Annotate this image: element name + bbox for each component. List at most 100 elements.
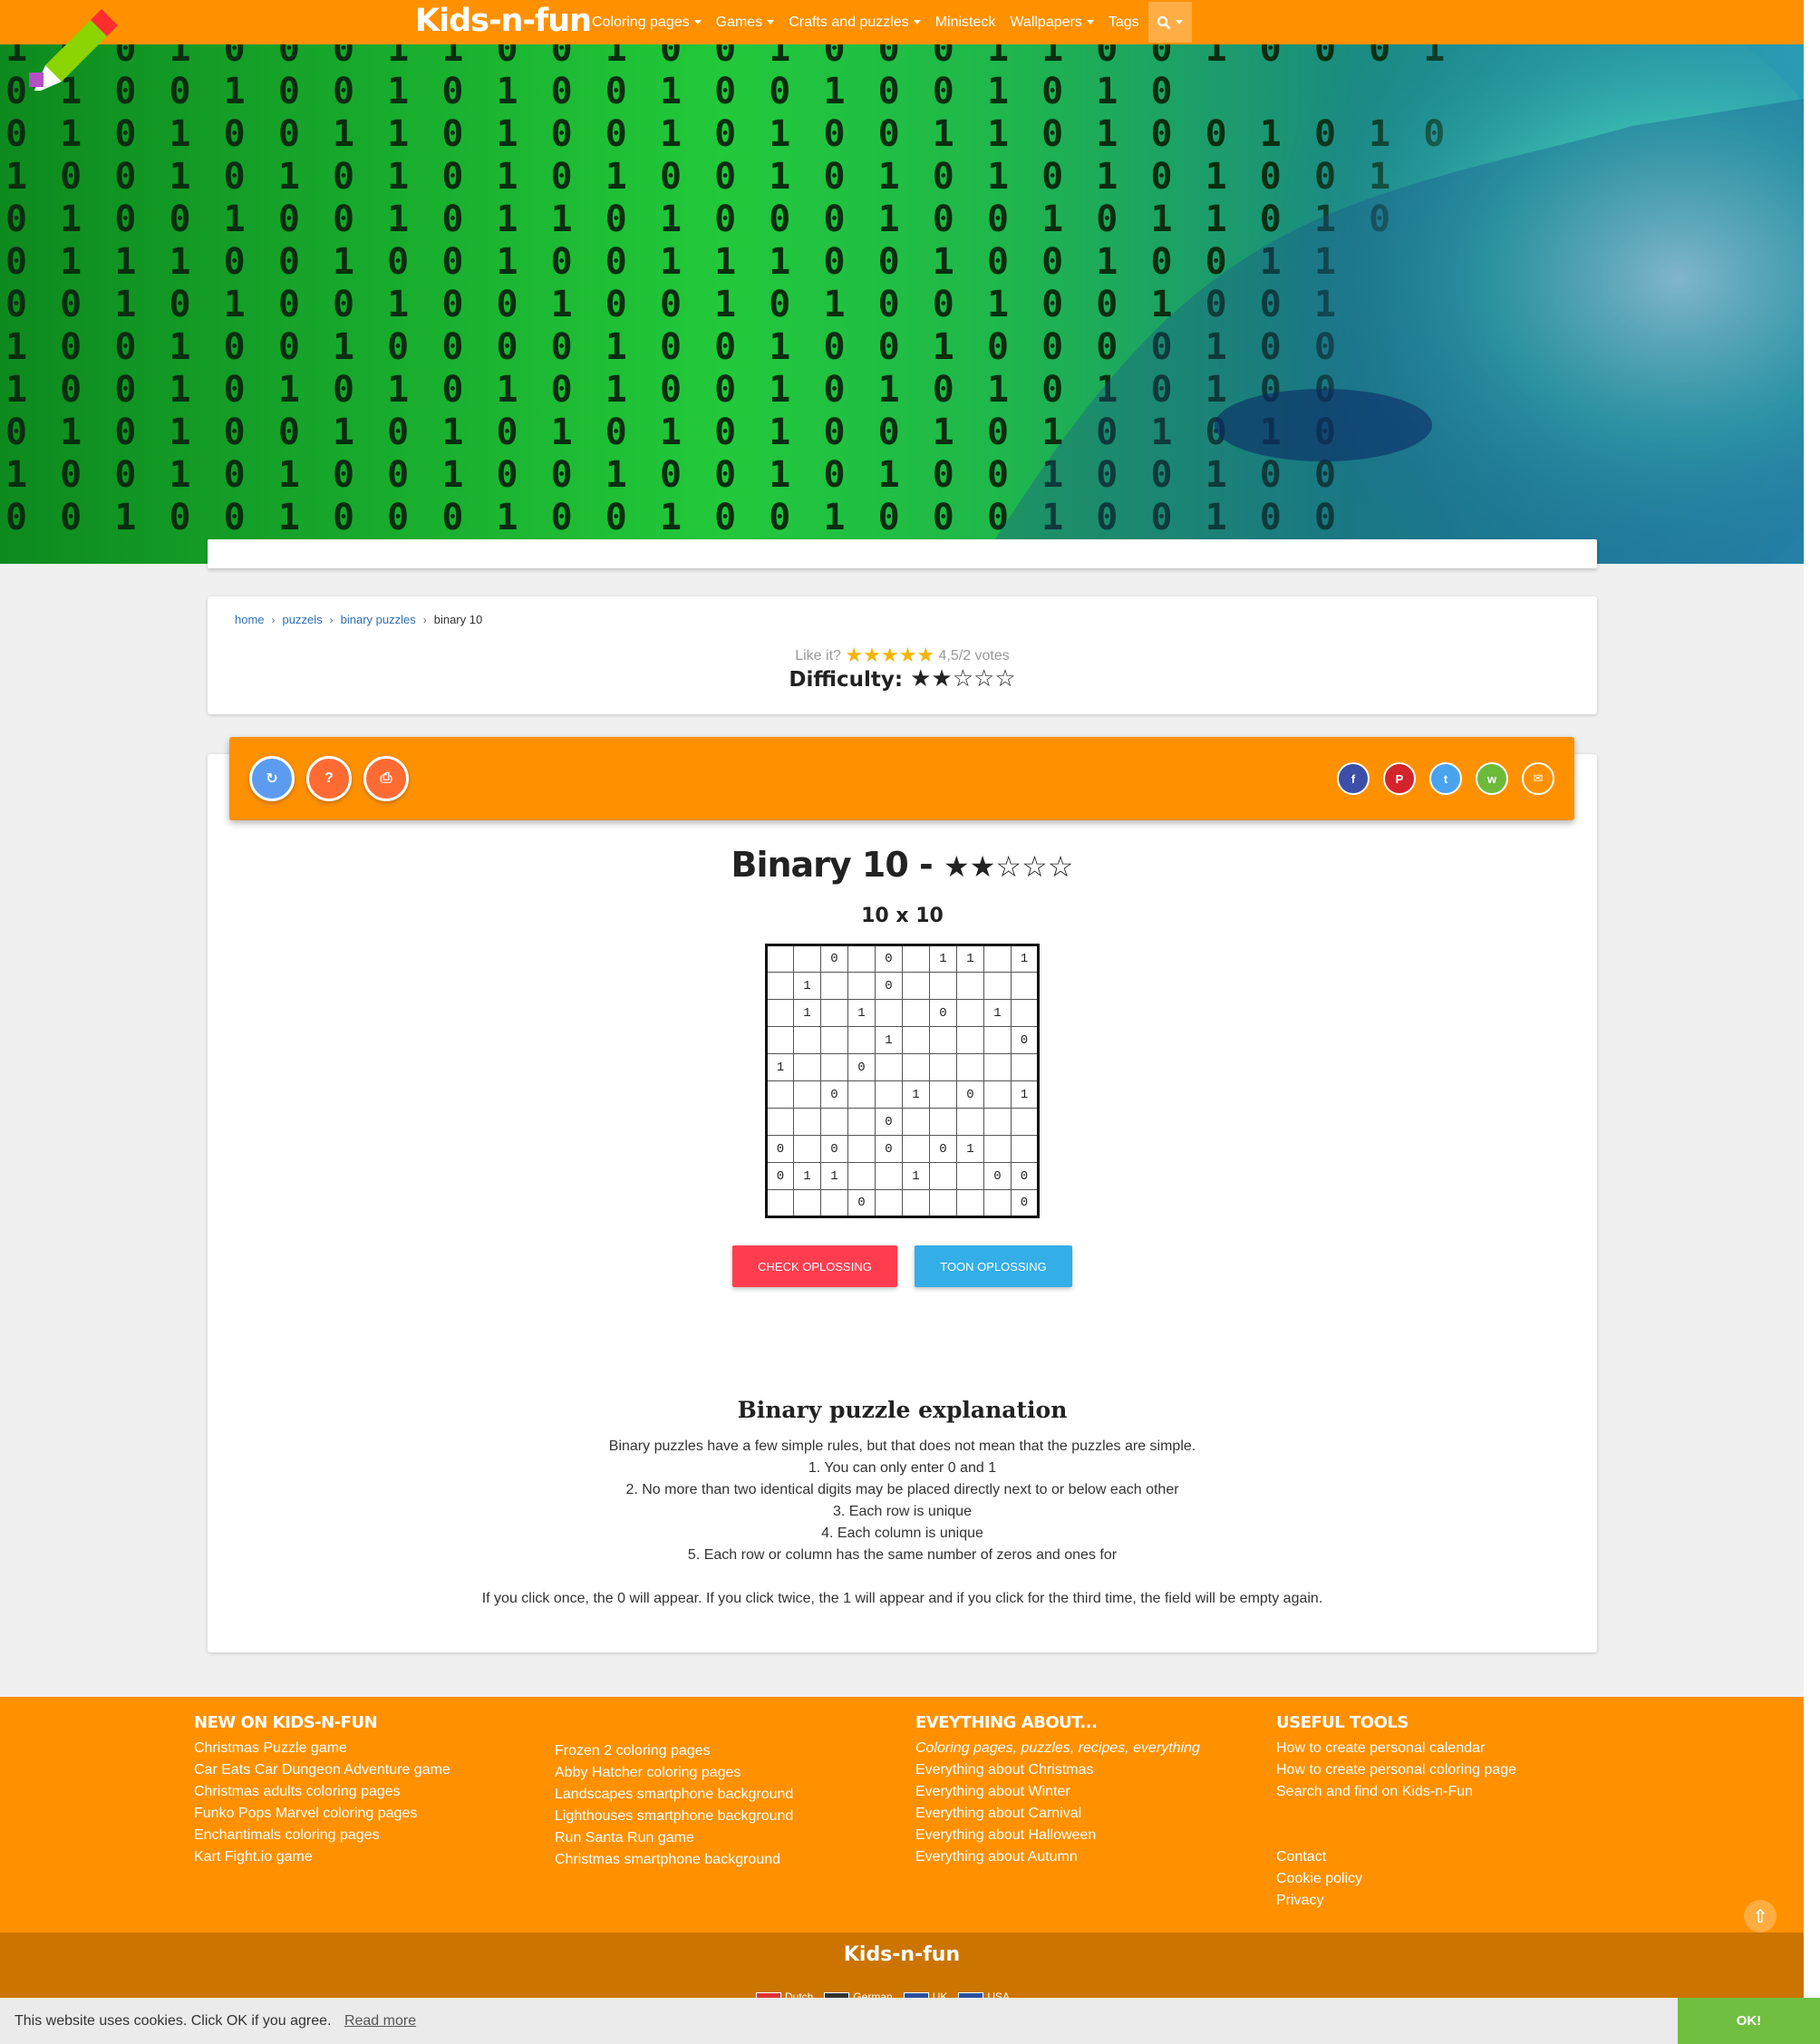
nav-item-coloring-pages[interactable]: Coloring pages xyxy=(592,0,702,44)
grid-cell[interactable]: 0 xyxy=(875,1135,903,1163)
footer-link[interactable]: Abby Hatcher coloring pages xyxy=(555,1762,793,1784)
grid-cell[interactable] xyxy=(929,1189,957,1217)
grid-cell[interactable]: 1 xyxy=(1011,945,1039,973)
logo-pencil-icon[interactable] xyxy=(25,0,125,94)
grid-cell[interactable] xyxy=(793,1026,821,1054)
grid-cell[interactable] xyxy=(956,1053,984,1081)
grid-cell[interactable] xyxy=(793,1135,821,1163)
grid-cell[interactable] xyxy=(847,1026,876,1054)
breadcrumb-item-puzzels[interactable]: puzzels xyxy=(283,613,323,626)
grid-cell[interactable]: 1 xyxy=(983,999,1012,1027)
search-button[interactable] xyxy=(1147,2,1192,43)
grid-cell[interactable] xyxy=(983,1189,1012,1217)
grid-cell[interactable]: 0 xyxy=(766,1135,794,1163)
grid-cell[interactable] xyxy=(820,1108,848,1136)
grid-cell[interactable] xyxy=(929,1026,957,1054)
scroll-top-icon[interactable]: ⇧ xyxy=(1744,1900,1776,1933)
footer-link[interactable]: Kart Fight.io game xyxy=(194,1846,450,1868)
footer-legal-link[interactable]: Privacy xyxy=(1276,1890,1516,1912)
grid-cell[interactable] xyxy=(902,1026,930,1054)
grid-cell[interactable] xyxy=(793,1080,821,1109)
grid-cell[interactable] xyxy=(902,1135,930,1163)
grid-cell[interactable] xyxy=(983,1026,1012,1054)
share-email-button[interactable]: ✉ xyxy=(1522,762,1554,795)
grid-cell[interactable] xyxy=(902,999,930,1027)
share-facebook-button[interactable]: f xyxy=(1337,762,1370,795)
grid-cell[interactable] xyxy=(875,1080,903,1109)
grid-cell[interactable] xyxy=(820,1026,848,1054)
grid-cell[interactable] xyxy=(820,999,848,1027)
brand-link[interactable]: Kids-n-fun xyxy=(415,0,592,44)
grid-cell[interactable]: 0 xyxy=(875,972,903,1000)
footer-link[interactable]: Everything about Carnival xyxy=(915,1803,1200,1825)
grid-cell[interactable] xyxy=(847,972,876,1000)
grid-cell[interactable] xyxy=(983,1135,1012,1163)
grid-cell[interactable] xyxy=(929,1080,957,1109)
grid-cell[interactable]: 1 xyxy=(793,1162,821,1190)
footer-link[interactable]: Everything about Winter xyxy=(915,1781,1200,1803)
breadcrumb-item-home[interactable]: home xyxy=(235,613,265,626)
grid-cell[interactable] xyxy=(793,945,821,973)
grid-cell[interactable] xyxy=(847,1135,876,1163)
rating-star-icon[interactable]: ★ xyxy=(863,644,881,666)
grid-cell[interactable] xyxy=(847,1080,876,1109)
grid-cell[interactable] xyxy=(875,1189,903,1217)
grid-cell[interactable]: 1 xyxy=(793,999,821,1027)
grid-cell[interactable]: 0 xyxy=(929,999,957,1027)
nav-item-ministeck[interactable]: Ministeck xyxy=(935,0,996,44)
grid-cell[interactable] xyxy=(956,1162,984,1190)
footer-link[interactable]: Lighthouses smartphone background xyxy=(555,1806,793,1827)
hero-search-bar[interactable] xyxy=(208,539,1597,568)
footer-legal-link[interactable]: Contact xyxy=(1276,1846,1516,1868)
grid-cell[interactable] xyxy=(902,972,930,1000)
grid-cell[interactable] xyxy=(983,1080,1012,1109)
grid-cell[interactable] xyxy=(902,1053,930,1081)
grid-cell[interactable]: 1 xyxy=(793,972,821,1000)
grid-cell[interactable] xyxy=(1011,1053,1039,1081)
grid-cell[interactable] xyxy=(956,1108,984,1136)
grid-cell[interactable] xyxy=(983,1108,1012,1136)
grid-cell[interactable] xyxy=(929,1162,957,1190)
grid-cell[interactable]: 0 xyxy=(766,1162,794,1190)
grid-cell[interactable] xyxy=(875,1053,903,1081)
grid-cell[interactable]: 1 xyxy=(902,1162,930,1190)
grid-cell[interactable] xyxy=(847,1108,876,1136)
nav-item-tags[interactable]: Tags xyxy=(1108,0,1139,44)
grid-cell[interactable]: 1 xyxy=(902,1080,930,1109)
footer-link[interactable]: Frozen 2 coloring pages xyxy=(555,1740,793,1762)
footer-link[interactable]: Run Santa Run game xyxy=(555,1827,793,1849)
grid-cell[interactable]: 1 xyxy=(875,1026,903,1054)
grid-cell[interactable] xyxy=(929,972,957,1000)
grid-cell[interactable]: 1 xyxy=(1011,1080,1039,1109)
grid-cell[interactable] xyxy=(902,1108,930,1136)
grid-cell[interactable]: 0 xyxy=(820,1135,848,1163)
grid-cell[interactable]: 1 xyxy=(847,999,876,1027)
grid-cell[interactable]: 1 xyxy=(956,1135,984,1163)
grid-cell[interactable] xyxy=(956,972,984,1000)
breadcrumb-item-binary-puzzles[interactable]: binary puzzles xyxy=(341,613,416,626)
show-solution-button[interactable]: TOON OPLOSSING xyxy=(915,1245,1072,1287)
grid-cell[interactable] xyxy=(1011,972,1039,1000)
grid-cell[interactable] xyxy=(929,1108,957,1136)
grid-cell[interactable] xyxy=(820,1189,848,1217)
footer-link[interactable]: Car Eats Car Dungeon Adventure game xyxy=(194,1759,450,1781)
footer-link[interactable]: Everything about Halloween xyxy=(915,1825,1200,1846)
footer-link[interactable]: Everything about Christmas xyxy=(915,1759,1200,1781)
grid-cell[interactable] xyxy=(956,1189,984,1217)
grid-cell[interactable] xyxy=(766,1108,794,1136)
footer-link[interactable]: How to create personal coloring page xyxy=(1276,1759,1516,1781)
grid-cell[interactable]: 0 xyxy=(820,1080,848,1109)
grid-cell[interactable] xyxy=(766,945,794,973)
grid-cell[interactable] xyxy=(847,1162,876,1190)
footer-link[interactable]: Everything about Autumn xyxy=(915,1846,1200,1868)
grid-cell[interactable]: 0 xyxy=(875,945,903,973)
grid-cell[interactable] xyxy=(956,999,984,1027)
rating-star-icon[interactable]: ★ xyxy=(845,644,863,666)
grid-cell[interactable] xyxy=(1011,999,1039,1027)
grid-cell[interactable] xyxy=(902,945,930,973)
nav-item-wallpapers[interactable]: Wallpapers xyxy=(1010,0,1094,44)
rating-stars[interactable]: ★★★★★ xyxy=(845,644,934,666)
grid-cell[interactable]: 0 xyxy=(1011,1189,1039,1217)
grid-cell[interactable] xyxy=(766,1080,794,1109)
rating-star-icon[interactable]: ★ xyxy=(916,644,934,666)
